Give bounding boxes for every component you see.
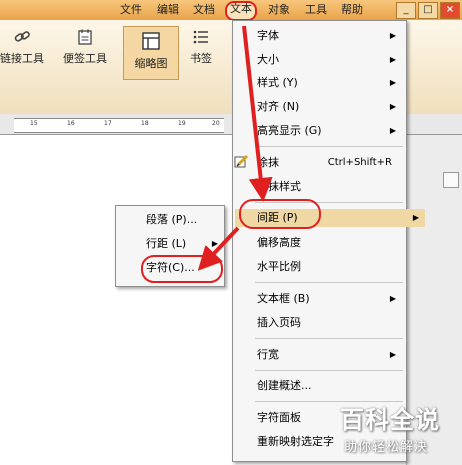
arrow-to-character [197,226,240,271]
watermark-title: 百科全说 [340,406,440,434]
arrow-to-spacing [242,25,273,202]
annotation-arrows [197,25,273,271]
watermark-subtitle: 助你轻松解决 [344,440,429,455]
watermark-logo: 百科全说 助你轻松解决 [334,398,458,460]
